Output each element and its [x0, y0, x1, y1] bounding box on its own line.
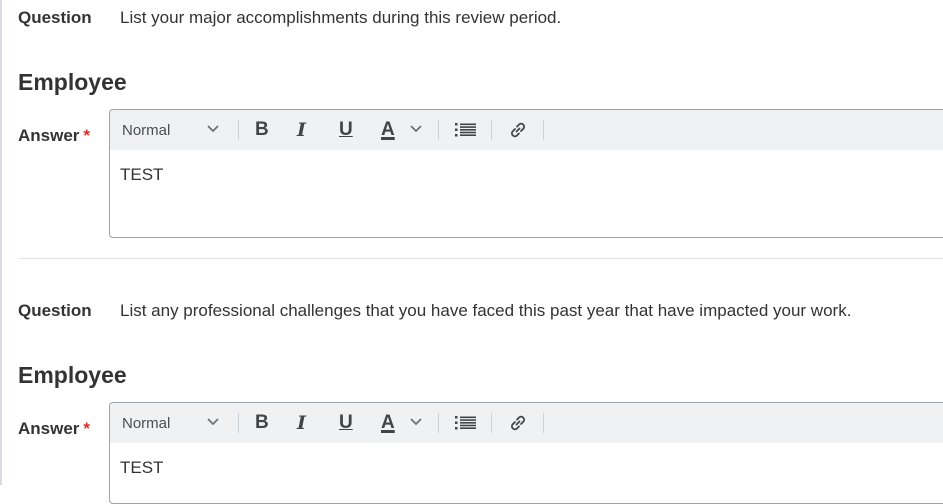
required-marker: *: [83, 419, 91, 438]
answer-label-text: Answer: [18, 419, 80, 438]
question-row: Question List your major accomplishments…: [18, 8, 561, 28]
question-label: Question: [18, 301, 92, 320]
italic-icon: I: [297, 119, 306, 141]
answer-label-text: Answer: [18, 126, 80, 145]
toolbar-separator: [438, 120, 439, 140]
text-color-button[interactable]: A: [381, 403, 429, 443]
chevron-down-icon: [207, 125, 219, 133]
answer-text[interactable]: TEST: [110, 443, 943, 478]
question-text: List any professional challenges that yo…: [120, 301, 852, 320]
toolbar-separator: [438, 413, 439, 433]
chevron-down-icon: [410, 418, 422, 426]
link-icon: [511, 122, 525, 138]
bold-icon: B: [255, 412, 269, 433]
underline-button[interactable]: U: [339, 110, 353, 150]
rich-text-editor[interactable]: Normal B I U A TEST: [109, 109, 943, 238]
rich-text-editor[interactable]: Normal B I U A TEST: [109, 402, 943, 504]
bold-button[interactable]: B: [255, 110, 269, 150]
answer-label: Answer *: [18, 419, 90, 439]
left-border: [0, 0, 2, 485]
editor-toolbar: Normal B I U A: [110, 110, 943, 150]
italic-button[interactable]: I: [297, 110, 306, 150]
toolbar-separator: [238, 120, 239, 140]
paragraph-style-value: Normal: [122, 121, 171, 139]
required-marker: *: [83, 126, 91, 145]
toolbar-separator: [543, 120, 544, 140]
link-icon: [511, 415, 525, 431]
toolbar-separator: [491, 120, 492, 140]
chevron-down-icon: [207, 418, 219, 426]
bold-icon: B: [255, 119, 269, 140]
paragraph-style-select[interactable]: Normal: [122, 403, 232, 443]
question-row: Question List any professional challenge…: [18, 301, 851, 321]
bold-button[interactable]: B: [255, 403, 269, 443]
chevron-down-icon: [410, 125, 422, 133]
toolbar-separator: [491, 413, 492, 433]
underline-icon: U: [339, 119, 353, 140]
employee-heading: Employee: [18, 362, 127, 388]
toolbar-separator: [543, 413, 544, 433]
paragraph-style-select[interactable]: Normal: [122, 110, 232, 150]
paragraph-style-value: Normal: [122, 414, 171, 432]
text-color-icon: A: [381, 412, 395, 433]
text-color-icon: A: [381, 119, 395, 140]
underline-button[interactable]: U: [339, 403, 353, 443]
italic-icon: I: [297, 412, 306, 434]
link-button[interactable]: [508, 110, 528, 150]
question-label: Question: [18, 8, 92, 27]
answer-text[interactable]: TEST: [110, 150, 943, 185]
bullet-list-icon: [455, 123, 476, 137]
question-text: List your major accomplishments during t…: [120, 8, 562, 27]
bullet-list-button[interactable]: [454, 403, 478, 443]
underline-icon: U: [339, 412, 353, 433]
text-color-button[interactable]: A: [381, 110, 429, 150]
section-divider: [18, 258, 943, 259]
link-button[interactable]: [508, 403, 528, 443]
toolbar-separator: [238, 413, 239, 433]
bullet-list-button[interactable]: [454, 110, 478, 150]
employee-heading: Employee: [18, 69, 127, 95]
answer-label: Answer *: [18, 126, 90, 146]
italic-button[interactable]: I: [297, 403, 306, 443]
bullet-list-icon: [455, 416, 476, 430]
editor-toolbar: Normal B I U A: [110, 403, 943, 443]
